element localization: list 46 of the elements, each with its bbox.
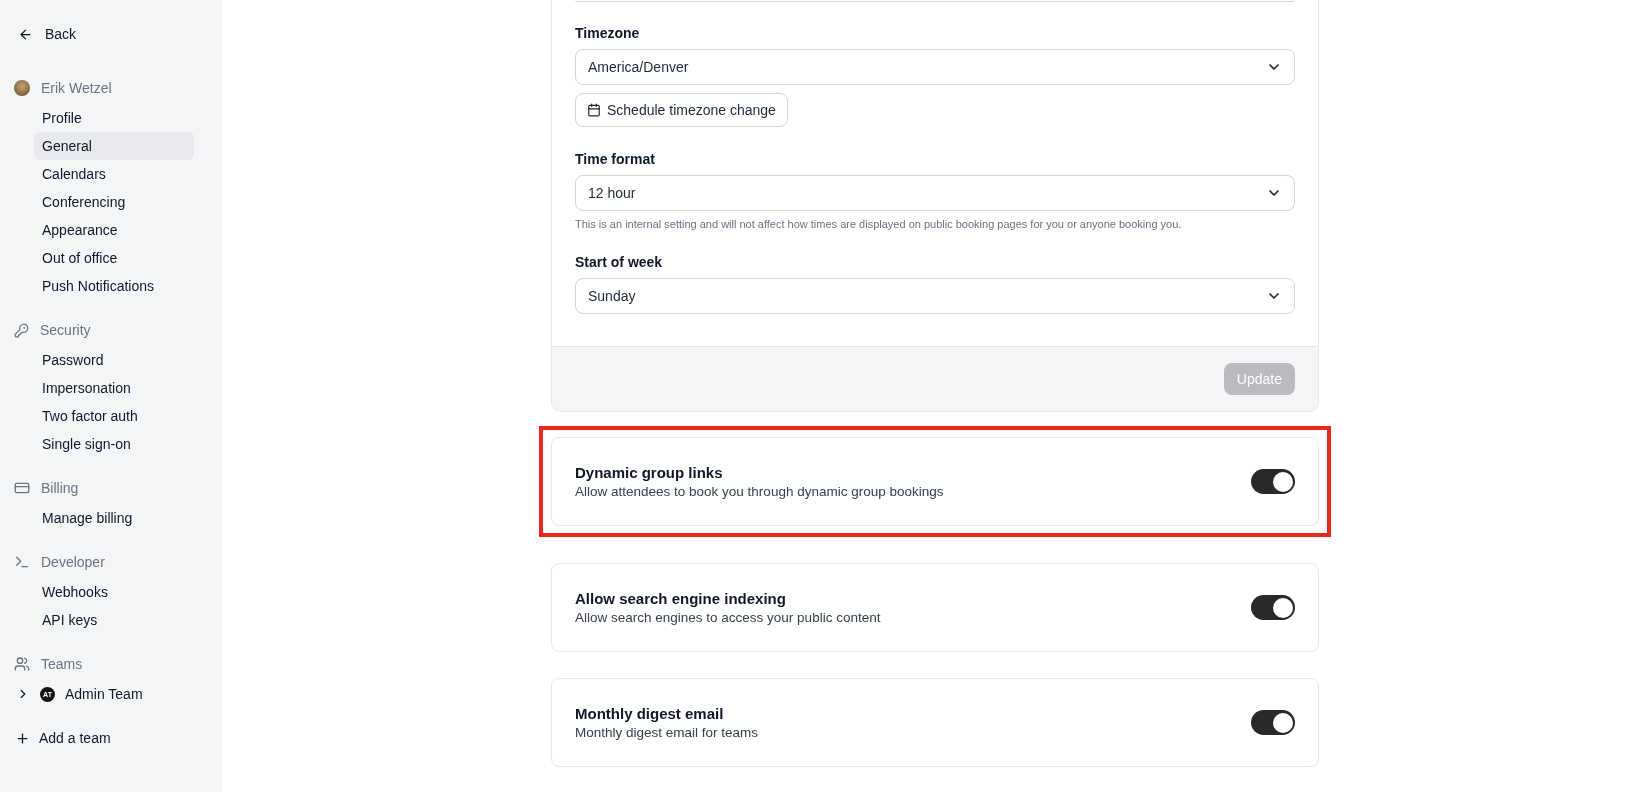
field-label: Start of week (575, 254, 663, 270)
field-label: Time format (575, 151, 655, 167)
sidebar-item[interactable]: Manage billing (34, 504, 194, 532)
sidebar-item[interactable]: Single sign-on (34, 430, 194, 458)
sidebar-item[interactable]: Out of office (34, 244, 194, 272)
toggle-switch[interactable] (1251, 595, 1295, 620)
setting-title: Monthly digest email (575, 705, 724, 722)
users-icon (14, 656, 30, 672)
sidebar-item[interactable]: General (34, 132, 194, 160)
sidebar-item[interactable]: Two factor auth (34, 402, 194, 430)
credit-card-icon (14, 480, 30, 496)
section-title: Developer (41, 554, 105, 570)
sidebar-item[interactable]: Impersonation (34, 374, 194, 402)
sidebar-item[interactable]: Password (34, 346, 194, 374)
select-field[interactable]: Sunday (575, 278, 1295, 314)
toggle-switch[interactable] (1251, 710, 1295, 735)
setting-description: Monthly digest email for teams (575, 725, 759, 740)
sidebar-item[interactable]: Conferencing (34, 188, 194, 216)
schedule-button[interactable]: Schedule timezone change (575, 93, 788, 127)
terminal-icon (14, 554, 30, 570)
sidebar-item[interactable]: Profile (34, 104, 194, 132)
setting-description: Allow attendees to book you through dynamic group bookings (575, 484, 944, 499)
setting-title: Dynamic group links (575, 464, 723, 481)
sidebar-item[interactable]: Webhooks (34, 578, 194, 606)
back-link[interactable]: Back (18, 24, 77, 44)
plus-icon (15, 730, 30, 746)
sidebar-item[interactable]: API keys (34, 606, 194, 634)
field-label: Timezone (575, 25, 640, 41)
section-title: Billing (41, 480, 79, 496)
select-field[interactable]: 12 hour (575, 175, 1295, 211)
section-title: Erik Wetzel (41, 80, 112, 96)
sidebar-item[interactable]: Calendars (34, 160, 194, 188)
setting-description: Allow search engines to access your public content (575, 610, 881, 625)
sidebar-item[interactable]: Appearance (34, 216, 194, 244)
setting-title: Allow search engine indexing (575, 590, 786, 607)
key-icon (14, 322, 29, 338)
select-field[interactable]: America/Denver (575, 49, 1295, 85)
add-team-link[interactable]: Add a team (15, 730, 111, 746)
section-title: Teams (41, 656, 83, 672)
sidebar-item[interactable]: Push Notifications (34, 272, 194, 300)
hint-text: This is an internal setting and will not affect how times are displayed on public booking pages for you or anyone booking you. (575, 218, 1183, 230)
calendar-icon (587, 103, 601, 117)
team-name: Admin Team (65, 686, 143, 702)
section-title: Security (40, 322, 91, 338)
toggle-switch[interactable] (1251, 469, 1295, 494)
avatar (14, 80, 30, 96)
